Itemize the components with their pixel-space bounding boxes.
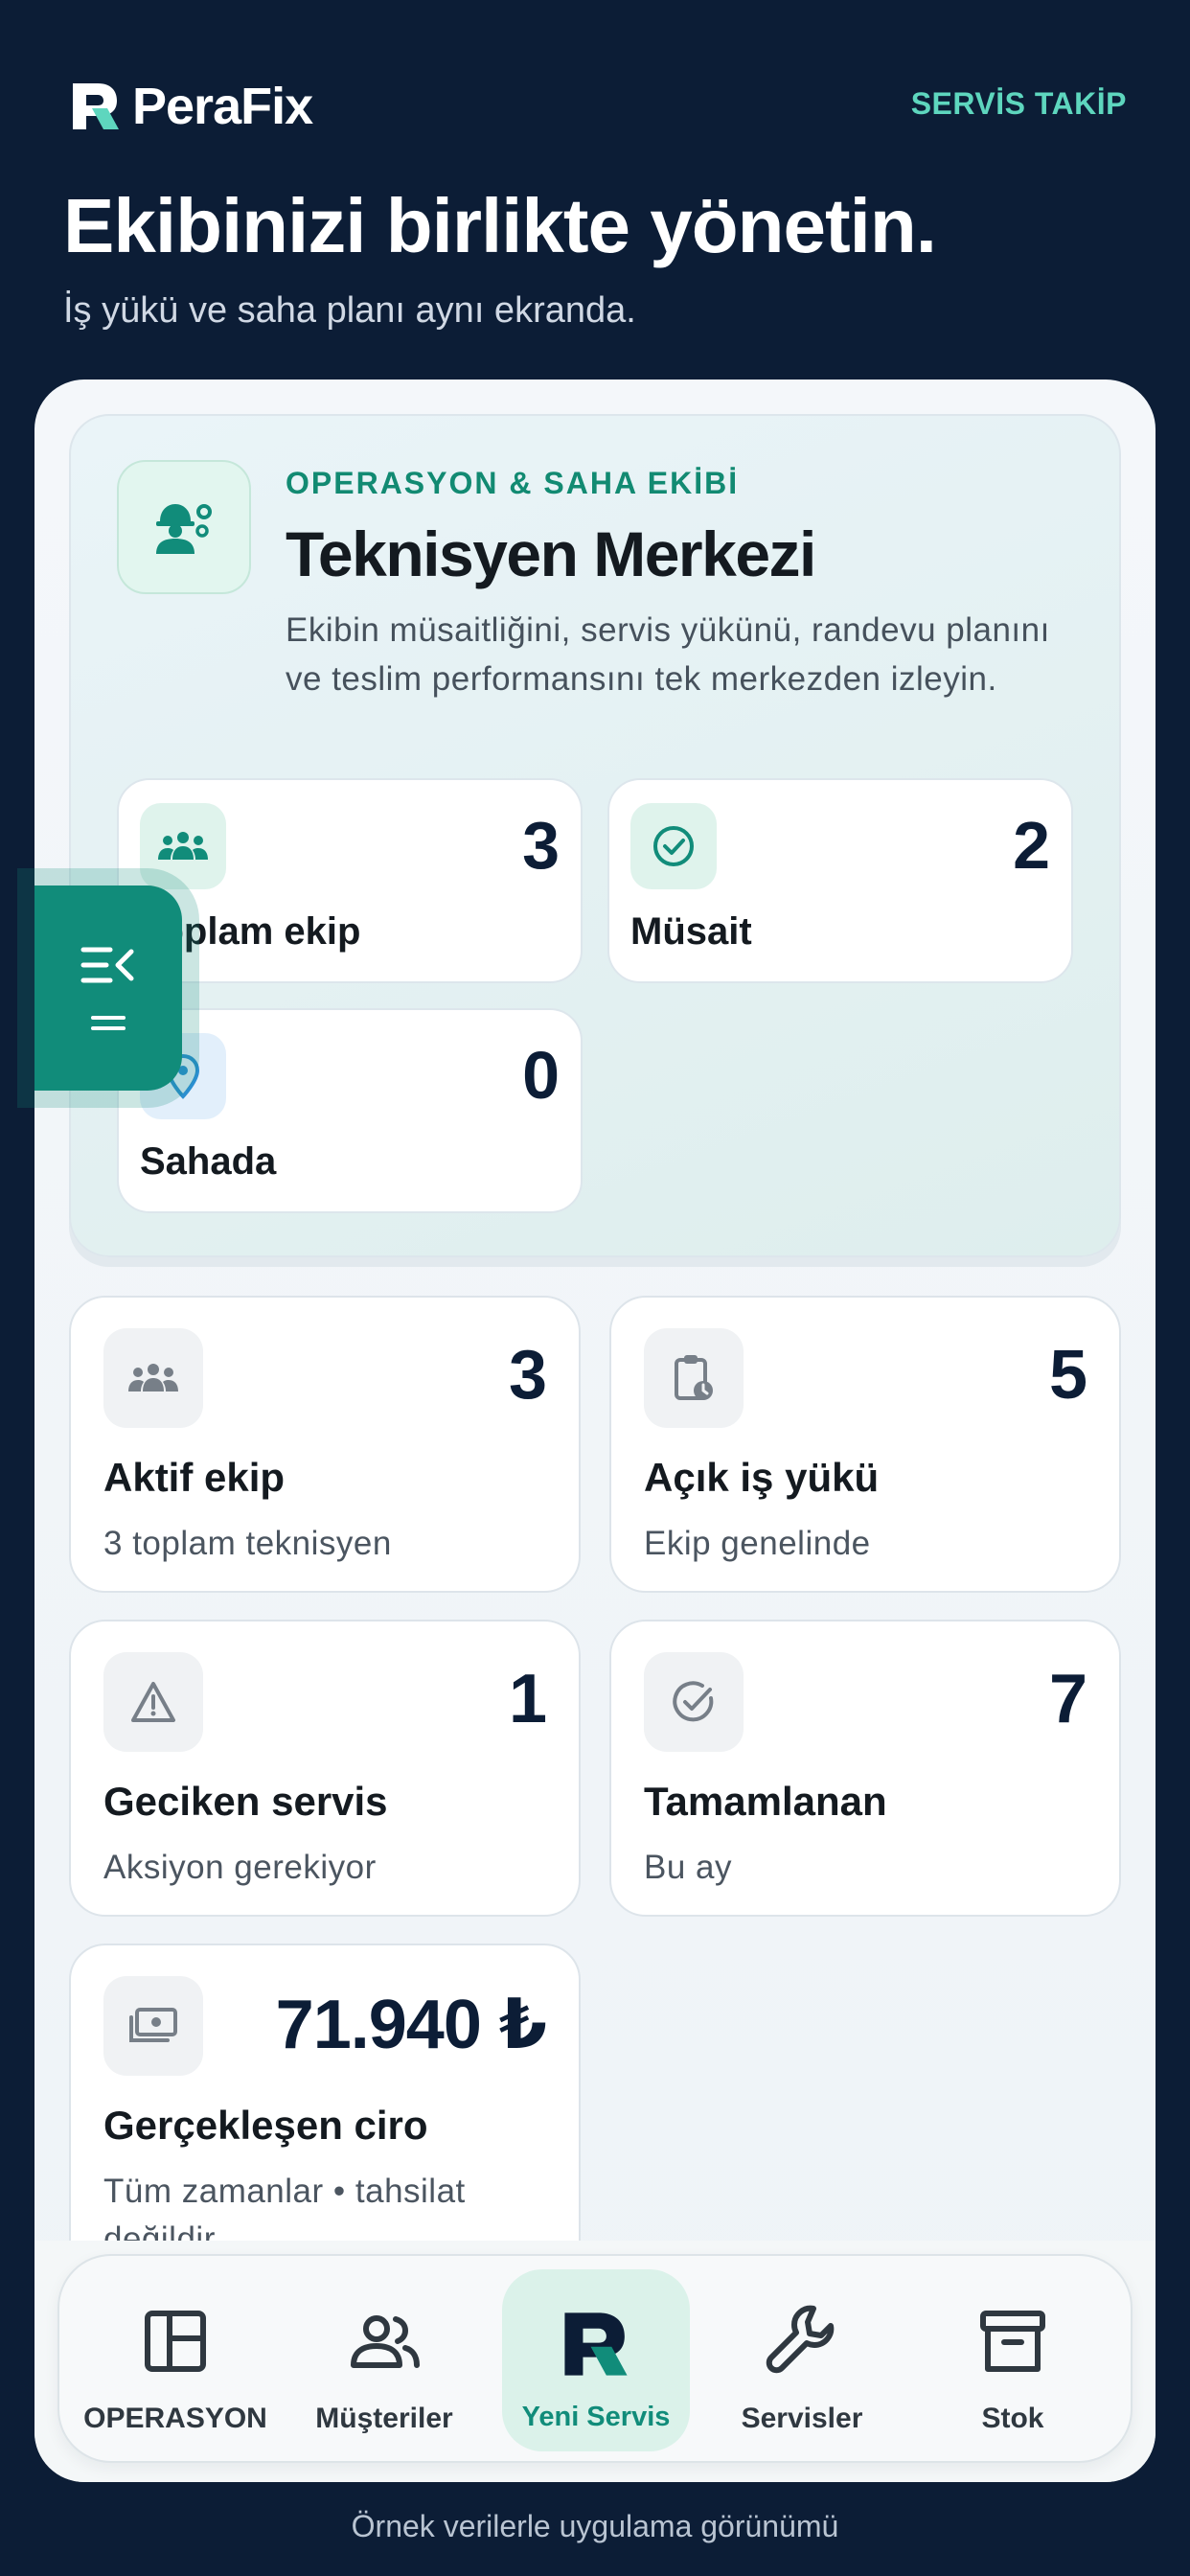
- technician-hub-card: OPERASYON & SAHA EKİBİ Teknisyen Merkezi…: [69, 414, 1121, 1257]
- nav-item-musteriler[interactable]: Müşteriler: [282, 2256, 487, 2465]
- stat-value: 2: [1013, 808, 1050, 883]
- nav-item-yeni-servis[interactable]: Yeni Servis: [502, 2269, 690, 2451]
- stat-label: Gerçekleşen ciro: [103, 2103, 428, 2148]
- brand-name: PeraFix: [132, 78, 313, 135]
- nav-label: OPERASYON: [83, 2403, 267, 2434]
- drag-handle-icon: [91, 1016, 126, 1030]
- perafix-logo-icon: [73, 83, 119, 129]
- hub-title: Teknisyen Merkezi: [286, 518, 816, 589]
- stat-value: 71.940 ₺: [275, 1987, 547, 2063]
- stat-geciken-servis[interactable]: 1 Geciken servis Aksiyon gerekiyor: [69, 1620, 581, 1917]
- page-title: Ekibinizi birlikte yönetin.: [63, 183, 937, 268]
- stat-sub: 3 toplam teknisyen: [103, 1525, 392, 1562]
- stat-value: 1: [508, 1661, 547, 1737]
- brand: PeraFix: [69, 77, 313, 136]
- team-icon: [103, 1328, 203, 1428]
- stat-sub: Bu ay: [644, 1849, 732, 1886]
- stat-value: 7: [1048, 1661, 1087, 1737]
- stat-value: 5: [1048, 1337, 1087, 1414]
- stat-sub: Aksiyon gerekiyor: [103, 1849, 377, 1886]
- nav-item-stok[interactable]: Stok: [910, 2256, 1115, 2465]
- footer-note: Örnek verilerle uygulama görünümü: [351, 2509, 839, 2543]
- stat-label: Sahada: [140, 1140, 277, 1183]
- clipboard-clock-icon: [644, 1328, 744, 1428]
- stat-sub: Ekip genelinde: [644, 1525, 871, 1562]
- bottom-nav: OPERASYON Müşteriler Yeni Servis Servisl…: [57, 2254, 1133, 2463]
- stat-tamamlanan[interactable]: 7 Tamamlanan Bu ay: [609, 1620, 1121, 1917]
- stat-sahada[interactable]: 0 Sahada: [117, 1008, 583, 1213]
- stat-aktif-ekip[interactable]: 3 Aktif ekip 3 toplam teknisyen: [69, 1296, 581, 1593]
- stat-value: 0: [522, 1038, 560, 1113]
- stat-acik-is-yuku[interactable]: 5 Açık iş yükü Ekip genelinde: [609, 1296, 1121, 1593]
- perafix-logo-icon: [559, 2308, 633, 2380]
- technician-gear-icon: [117, 460, 251, 594]
- stat-musait[interactable]: 2 Müsait: [607, 778, 1073, 983]
- stat-label: Açık iş yükü: [644, 1455, 880, 1500]
- servis-takip-link[interactable]: SERVİS TAKİP: [911, 86, 1127, 122]
- warning-icon: [103, 1652, 203, 1752]
- page-subtitle: İş yükü ve saha planı aynı ekranda.: [63, 290, 636, 331]
- archive-box-icon: [979, 2305, 1046, 2378]
- nav-label: Stok: [981, 2403, 1044, 2434]
- stat-label: Geciken servis: [103, 1779, 388, 1824]
- team-icon: [140, 803, 226, 889]
- dashboard-icon: [144, 2305, 207, 2378]
- nav-item-operasyon[interactable]: OPERASYON: [73, 2256, 278, 2465]
- sidebar-toggle-button[interactable]: [34, 886, 182, 1091]
- nav-label: Servisler: [741, 2403, 863, 2434]
- stat-label: Aktif ekip: [103, 1455, 286, 1500]
- main-card: OPERASYON & SAHA EKİBİ Teknisyen Merkezi…: [34, 380, 1156, 2482]
- stat-label: Müsait: [630, 910, 752, 953]
- check-circle-icon: [630, 803, 717, 889]
- hub-eyebrow: OPERASYON & SAHA EKİBİ: [286, 466, 740, 500]
- nav-label: Yeni Servis: [521, 2401, 671, 2432]
- nav-item-servisler[interactable]: Servisler: [699, 2256, 904, 2465]
- stat-value: 3: [508, 1337, 547, 1414]
- stat-value: 3: [522, 808, 560, 883]
- wrench-icon: [764, 2305, 840, 2378]
- stat-label: Tamamlanan: [644, 1779, 887, 1824]
- stat-toplam-ekip[interactable]: 3 Toplam ekip: [117, 778, 583, 983]
- nav-label: Müşteriler: [315, 2403, 453, 2434]
- check-circle-icon: [644, 1652, 744, 1752]
- cash-icon: [103, 1976, 203, 2076]
- hub-description: Ekibin müsaitliğini, servis yükünü, rand…: [286, 611, 1050, 698]
- users-icon: [348, 2305, 421, 2378]
- menu-collapse-icon: [80, 947, 134, 983]
